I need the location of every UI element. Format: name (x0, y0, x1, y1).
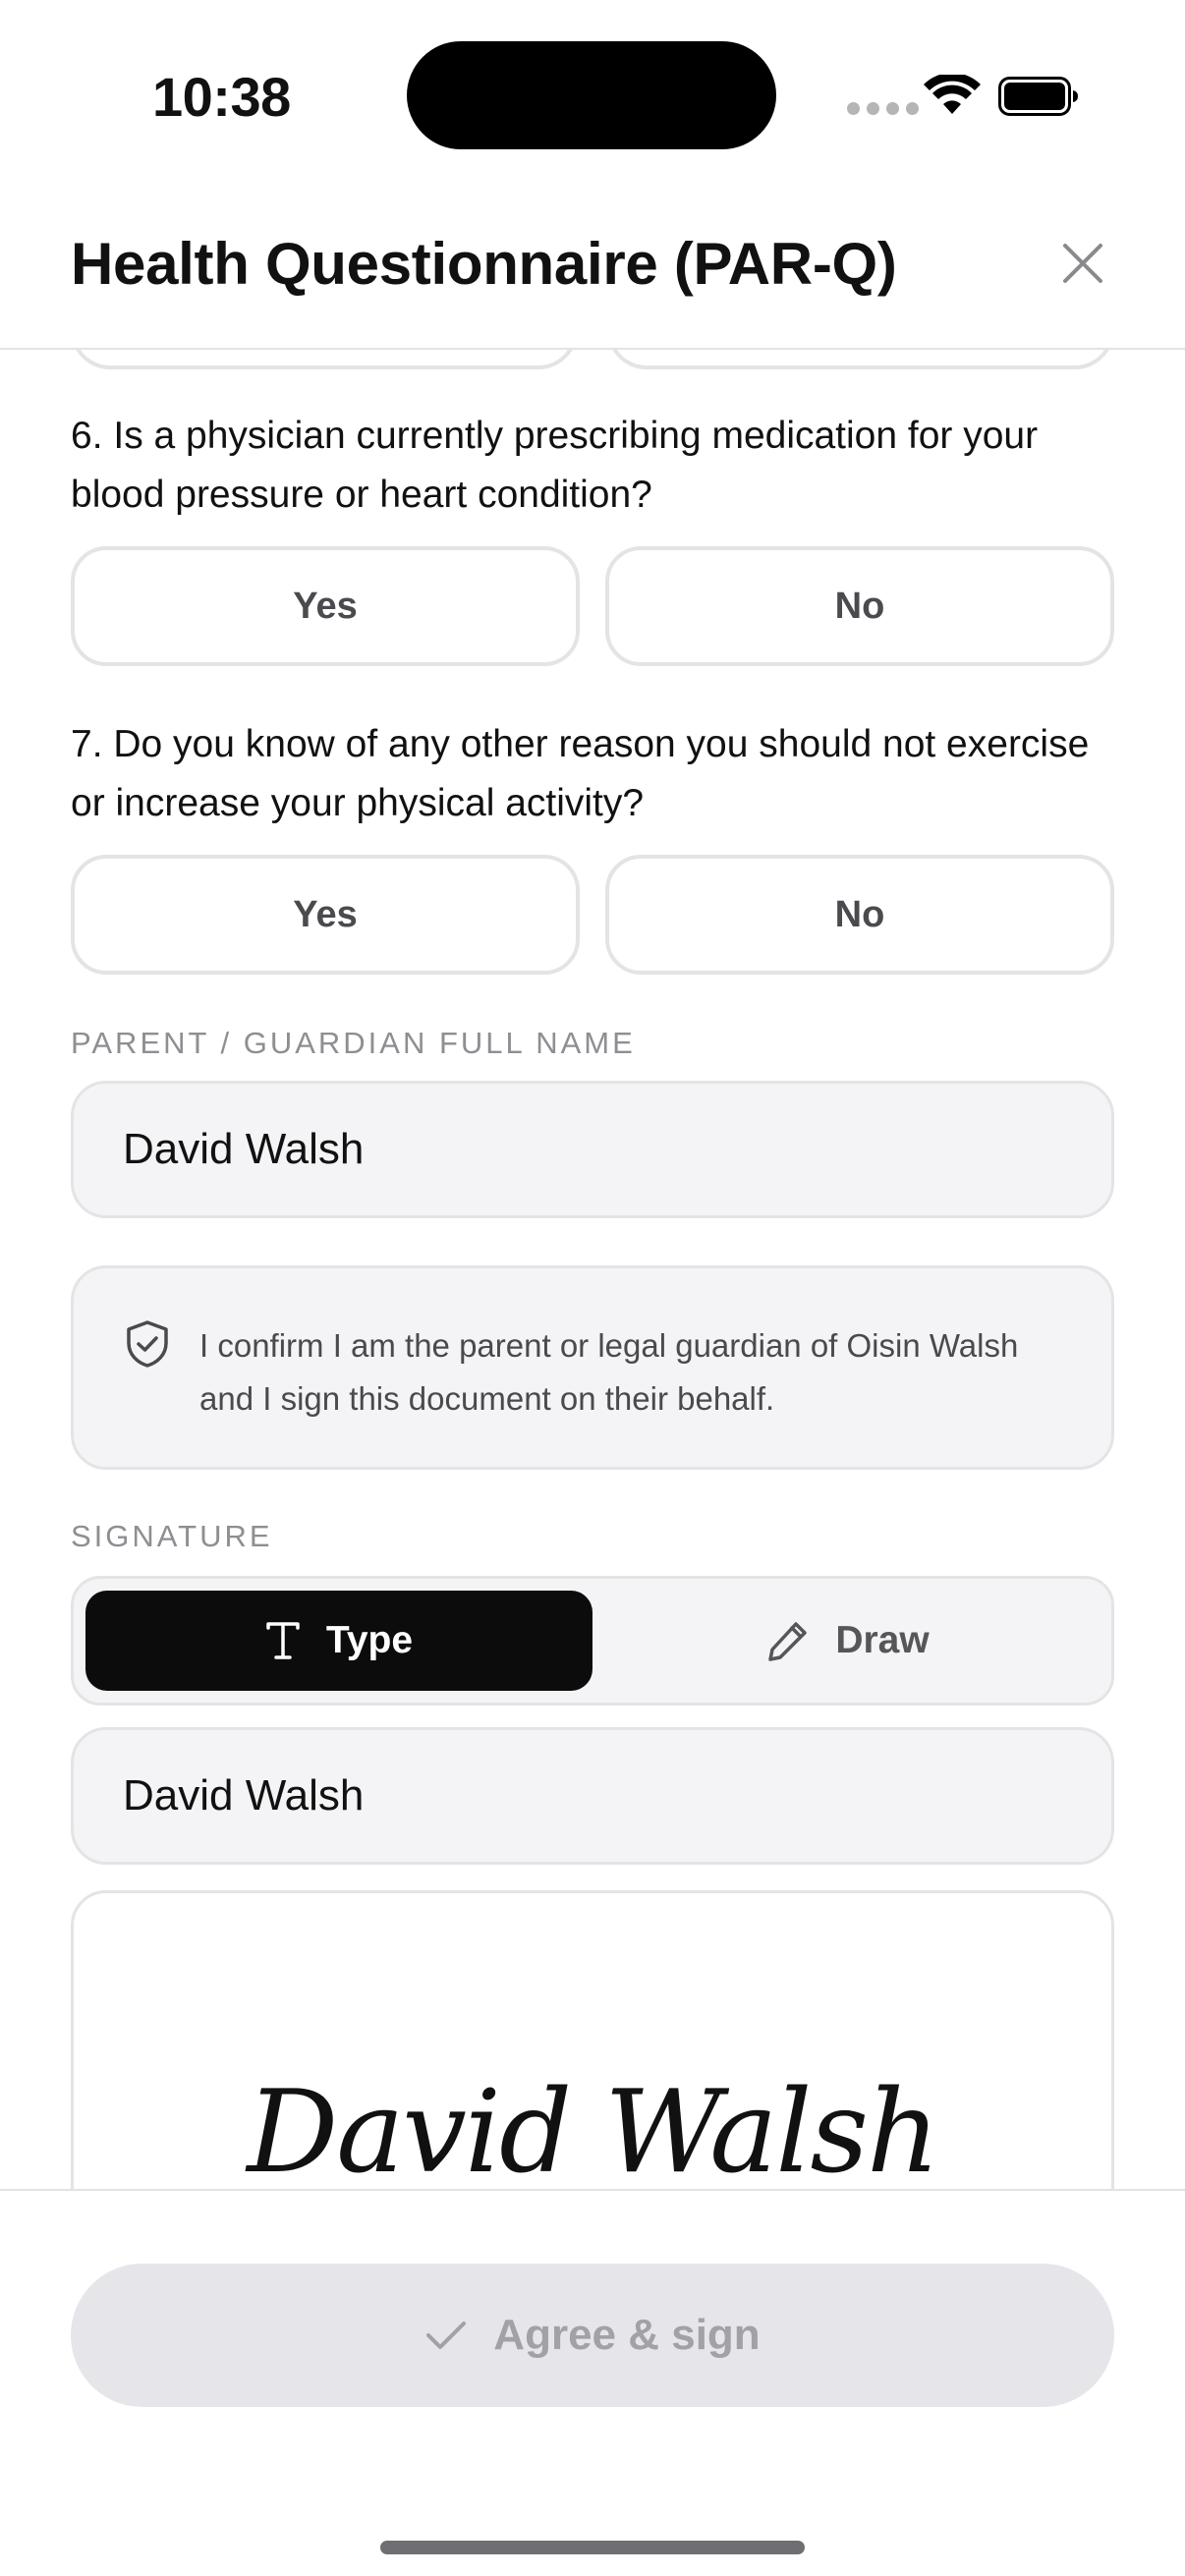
signature-preview: David Walsh (71, 1890, 1114, 2189)
guardian-confirmation-box: I confirm I am the parent or legal guard… (71, 1265, 1114, 1470)
cellular-signal-icon (847, 102, 919, 115)
guardian-confirmation-text: I confirm I am the parent or legal guard… (199, 1327, 1019, 1417)
check-icon (426, 2322, 467, 2349)
question-6-no-button[interactable]: No (605, 546, 1114, 666)
status-time: 10:38 (152, 66, 291, 128)
questionnaire-scroll-area[interactable]: 6. Is a physician currently prescribing … (0, 350, 1185, 2189)
status-bar: 10:38 (0, 0, 1185, 187)
guardian-name-field[interactable]: David Walsh (71, 1081, 1114, 1218)
question-7-no-button[interactable]: No (605, 855, 1114, 975)
question-6-text: 6. Is a physician currently prescribing … (71, 415, 1039, 516)
shield-check-icon (127, 1320, 168, 1368)
header: Health Questionnaire (PAR-Q) (0, 187, 1185, 350)
question-7-choices: Yes No (71, 855, 1114, 975)
dynamic-island (407, 41, 776, 149)
pencil-icon (768, 1622, 808, 1661)
page-title: Health Questionnaire (PAR-Q) (71, 231, 897, 297)
close-icon (1063, 244, 1102, 283)
home-indicator[interactable] (380, 2541, 805, 2554)
text-cursor-icon (266, 1622, 300, 1659)
agree-sign-button[interactable]: Agree & sign (71, 2264, 1114, 2407)
agree-sign-label: Agree & sign (493, 2311, 761, 2359)
wifi-icon (924, 75, 981, 114)
question-6-yes-button[interactable]: Yes (71, 546, 580, 666)
signature-label: SIGNATURE (71, 1519, 273, 1553)
screen: 10:38 Health Questionnaire (PAR-Q) 6. Is… (0, 0, 1185, 2576)
close-button[interactable] (1051, 232, 1114, 295)
question-7-text: 7. Do you know of any other reason you s… (71, 723, 1090, 824)
signature-mode-draw-button[interactable]: Draw (592, 1591, 1103, 1691)
question-6-choices: Yes No (71, 546, 1114, 666)
signature-mode-toggle: Type Draw (71, 1576, 1114, 1706)
previous-yes-button[interactable] (71, 350, 578, 369)
signature-mode-draw-label: Draw (835, 1619, 930, 1661)
question-7-yes-button[interactable]: Yes (71, 855, 580, 975)
previous-no-button[interactable] (607, 350, 1114, 369)
battery-icon (998, 77, 1078, 116)
footer: Agree & sign (0, 2189, 1185, 2576)
signature-mode-type-button[interactable]: Type (85, 1591, 592, 1691)
guardian-name-label: PARENT / GUARDIAN FULL NAME (71, 1026, 636, 1060)
signature-mode-type-label: Type (325, 1619, 414, 1661)
signature-name-field[interactable]: David Walsh (71, 1727, 1114, 1865)
signature-preview-text: David Walsh (247, 2066, 940, 2189)
